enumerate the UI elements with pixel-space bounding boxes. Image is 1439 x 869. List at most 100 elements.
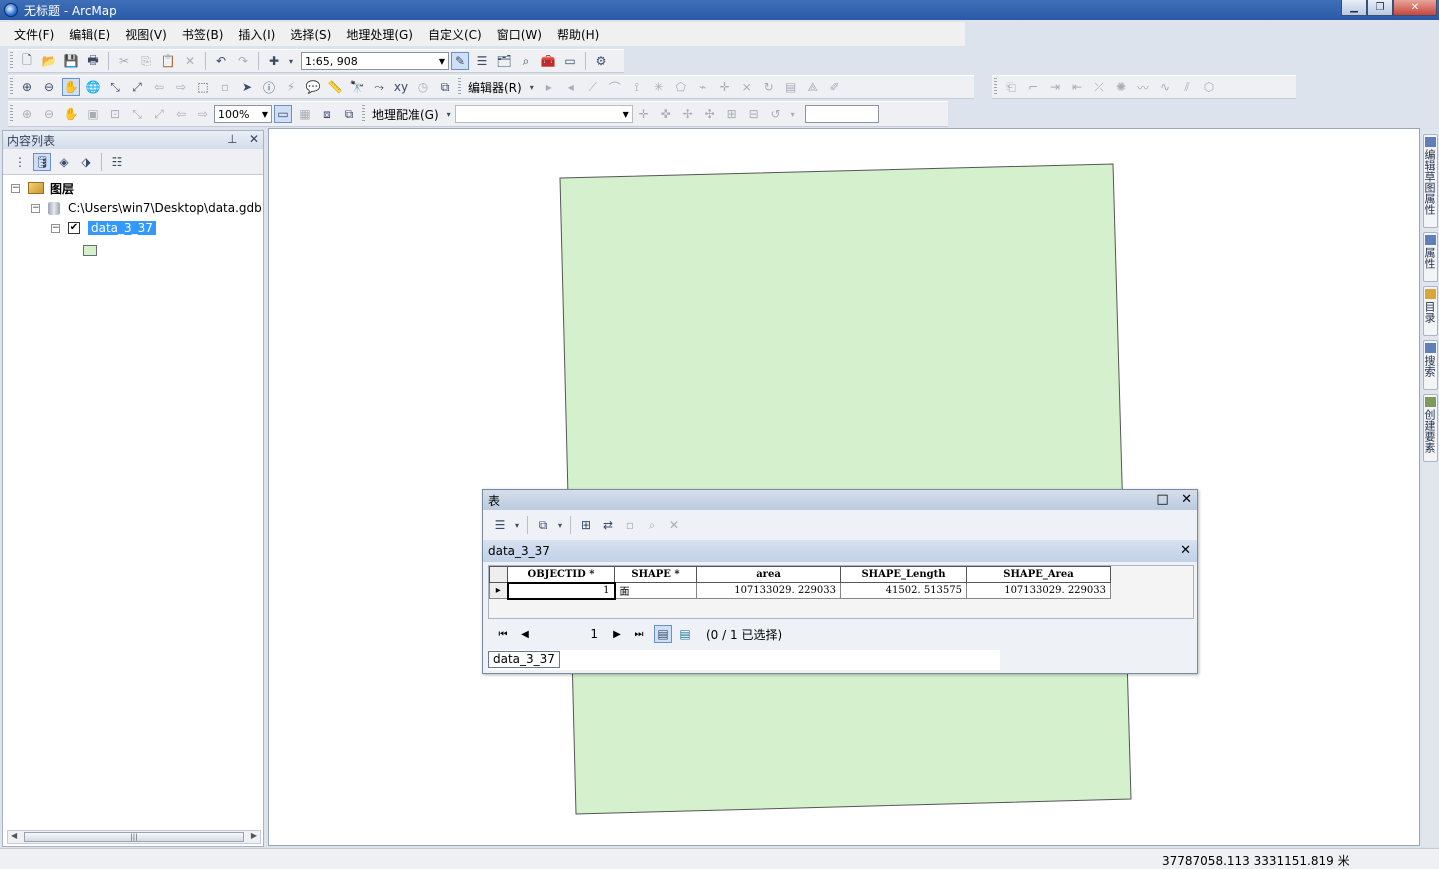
sketch-properties-icon[interactable]: ⟁: [804, 78, 822, 96]
clear-selection-icon[interactable]: ▫: [621, 516, 639, 534]
menu-edit[interactable]: 编辑(E): [69, 26, 110, 43]
first-record-icon[interactable]: ⏮: [494, 629, 512, 640]
current-row-indicator-icon[interactable]: ▸: [489, 582, 508, 599]
minimize-button[interactable]: ▁: [1341, 0, 1367, 16]
copy-icon[interactable]: ⎘: [137, 52, 155, 70]
table-cell[interactable]: 面: [614, 582, 697, 599]
scroll-right-icon[interactable]: ▶: [251, 831, 257, 840]
collapse-icon[interactable]: −: [11, 183, 20, 193]
table-of-contents-icon[interactable]: ☰: [473, 52, 491, 70]
select-elements-arrow-icon[interactable]: ➤: [238, 78, 256, 96]
add-data-dropdown-icon[interactable]: ▾: [287, 52, 295, 70]
georef-layer-combo[interactable]: ▼: [454, 105, 633, 123]
toolbar-grip[interactable]: [994, 78, 997, 96]
chevron-down-icon[interactable]: ▾: [789, 105, 797, 123]
toolbar-grip[interactable]: [10, 78, 13, 96]
change-layout-icon[interactable]: ⧈: [318, 105, 336, 123]
fixed-zoom-in-icon[interactable]: ⤡: [106, 78, 124, 96]
georeferencing-menu-button[interactable]: 地理配准(G): [372, 106, 439, 123]
construct-polygons-icon[interactable]: ⬡: [1200, 78, 1218, 96]
measure-icon[interactable]: 📏: [326, 78, 344, 96]
dock-tab-attributes[interactable]: 属性: [1423, 232, 1438, 282]
next-record-icon[interactable]: ▶: [608, 629, 626, 640]
undo-icon[interactable]: ↶: [212, 52, 230, 70]
zoom-out-icon[interactable]: ⊖: [40, 78, 58, 96]
add-control-points-icon[interactable]: ✣: [701, 105, 719, 123]
search-window-icon[interactable]: ⌕: [517, 52, 535, 70]
find-binoculars-icon[interactable]: 🔭: [348, 78, 366, 96]
list-by-source-icon[interactable]: 🛢: [33, 152, 51, 171]
menu-view[interactable]: 视图(V): [125, 26, 167, 43]
list-by-visibility-icon[interactable]: ◈: [55, 153, 73, 171]
edit-vertices-icon[interactable]: ⬠: [672, 78, 690, 96]
line-intersection-icon[interactable]: ⤫: [1090, 78, 1108, 96]
polygon-symbol-swatch[interactable]: [83, 244, 97, 256]
chevron-down-icon[interactable]: ▾: [445, 105, 453, 123]
html-popup-icon[interactable]: 💬: [304, 78, 322, 96]
trace-icon[interactable]: ⟟: [628, 78, 646, 96]
row-selector-header[interactable]: [489, 566, 508, 583]
back-arrow-icon[interactable]: ⇦: [150, 78, 168, 96]
data-driven-pages-icon[interactable]: ⧉: [340, 105, 358, 123]
table-cell[interactable]: 1: [506, 581, 616, 600]
scale-georef-icon[interactable]: ✢: [679, 105, 697, 123]
editor-menu-button[interactable]: 编辑器(R): [468, 79, 522, 96]
view-link-table-icon[interactable]: ⊞: [723, 105, 741, 123]
table-cell[interactable]: 107133029. 229033: [966, 582, 1111, 599]
close-window-button[interactable]: ✕: [1393, 0, 1437, 16]
zoom-whole-page-icon[interactable]: ▣: [84, 105, 102, 123]
zoom-to-selected-icon[interactable]: ⌕: [643, 516, 661, 534]
split-icon[interactable]: ⨯: [738, 78, 756, 96]
shift-georef-icon[interactable]: ✜: [657, 105, 675, 123]
align-edge-icon[interactable]: ⫽: [1178, 78, 1196, 96]
previous-extent-icon[interactable]: ⇦: [172, 105, 190, 123]
layout-zoom-out-icon[interactable]: ⊖: [40, 105, 58, 123]
maximize-icon[interactable]: □: [1156, 492, 1168, 507]
next-extent-icon[interactable]: ⇨: [194, 105, 212, 123]
open-folder-icon[interactable]: 📂: [40, 52, 58, 70]
close-icon[interactable]: ✕: [249, 132, 259, 146]
table-options-icon[interactable]: ☰: [491, 516, 509, 534]
list-by-selection-icon[interactable]: ⬗: [77, 153, 95, 171]
zoom-100-icon[interactable]: ⊡: [106, 105, 124, 123]
list-by-drawing-order-icon[interactable]: ⋮: [11, 153, 29, 171]
generalize-icon[interactable]: 〰: [1134, 78, 1152, 96]
trim-icon[interactable]: ⇤: [1068, 78, 1086, 96]
last-record-icon[interactable]: ⏭: [630, 629, 648, 640]
hyperlink-icon[interactable]: ⚡: [282, 78, 300, 96]
dock-tab-search[interactable]: 搜索: [1423, 340, 1438, 390]
menu-windows[interactable]: 窗口(W): [497, 26, 542, 43]
straight-segment-icon[interactable]: ⟋: [584, 78, 602, 96]
chevron-down-icon[interactable]: ▾: [513, 516, 521, 534]
layout-pan-icon[interactable]: ✋: [62, 105, 80, 123]
menu-help[interactable]: 帮助(H): [557, 26, 599, 43]
tree-layer[interactable]: − ✔ data_3_37: [51, 219, 156, 237]
layer-name-label[interactable]: data_3_37: [88, 221, 156, 235]
fixed-zoom-out-page-icon[interactable]: ⤢: [150, 105, 168, 123]
switch-selection-icon[interactable]: ⇄: [599, 516, 617, 534]
dock-tab-catalog[interactable]: 目录: [1423, 286, 1438, 336]
close-icon[interactable]: ✕: [1181, 492, 1192, 507]
column-header[interactable]: area: [696, 566, 841, 583]
toggle-draft-mode-icon[interactable]: ▭: [274, 105, 292, 123]
table-cell[interactable]: 107133029. 229033: [696, 582, 841, 599]
map-scale-combo[interactable]: 1:65, 908 ▼: [301, 52, 449, 70]
menu-selection[interactable]: 选择(S): [290, 26, 331, 43]
chevron-down-icon[interactable]: ▾: [556, 516, 564, 534]
menu-geoprocessing[interactable]: 地理处理(G): [346, 26, 413, 43]
column-header[interactable]: SHAPE *: [614, 566, 697, 583]
editor-toolbar-icon[interactable]: ✎: [451, 52, 469, 70]
rotation-angle-input[interactable]: [804, 105, 879, 123]
table-window-titlebar[interactable]: 表 □ ✕: [483, 490, 1197, 510]
layer-visibility-checkbox[interactable]: ✔: [68, 222, 80, 234]
forward-arrow-icon[interactable]: ⇨: [172, 78, 190, 96]
catalog-window-icon[interactable]: 🗂: [495, 52, 513, 70]
save-icon[interactable]: 💾: [62, 52, 80, 70]
current-record-field[interactable]: 1: [538, 627, 598, 641]
create-viewer-window-icon[interactable]: ⧉: [436, 78, 454, 96]
model-builder-icon[interactable]: ⚙: [592, 52, 610, 70]
rotate-icon[interactable]: ↻: [760, 78, 778, 96]
new-document-icon[interactable]: 🗋: [18, 52, 36, 70]
python-window-icon[interactable]: ▭: [561, 52, 579, 70]
point-icon[interactable]: ✳: [650, 78, 668, 96]
